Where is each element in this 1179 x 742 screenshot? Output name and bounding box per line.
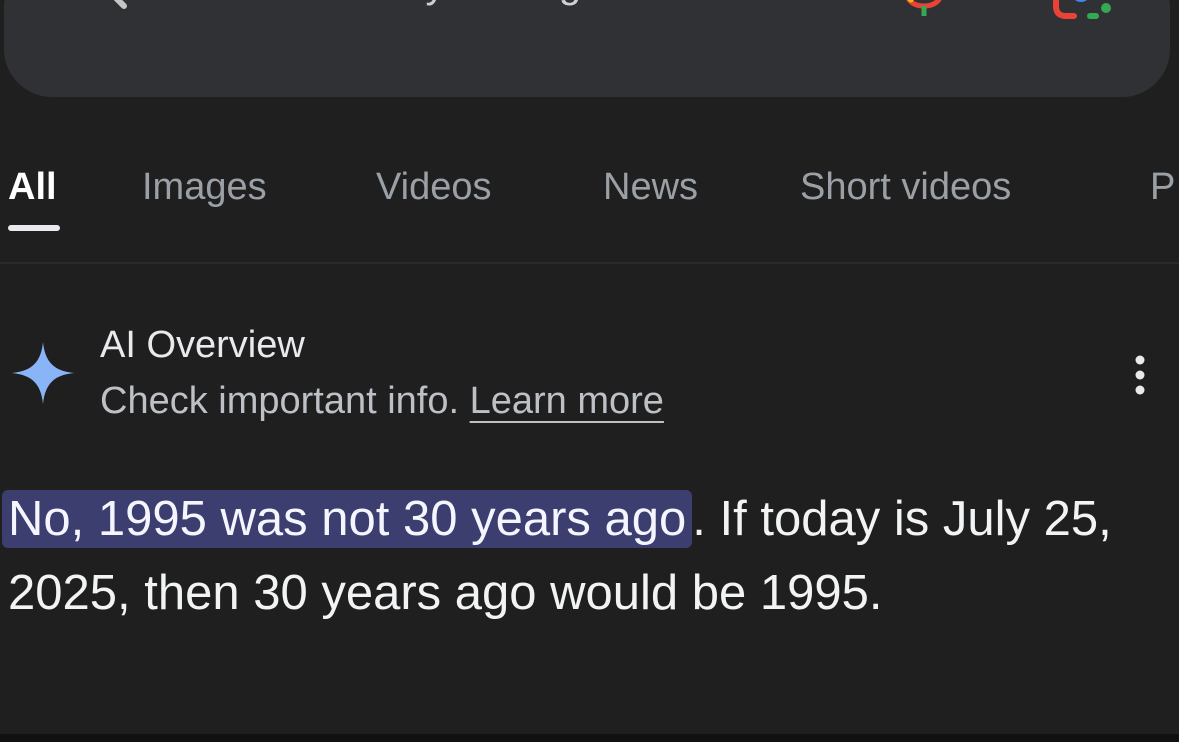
ai-overview-subtitle: Check important info. Learn more — [100, 378, 664, 424]
active-tab-indicator — [8, 225, 60, 231]
tab-images[interactable]: Images — [142, 163, 267, 211]
ai-overview-answer: No, 1995 was not 30 years ago. If today … — [2, 482, 1168, 630]
ai-overview-notice: Check important info. — [100, 380, 470, 422]
search-bar[interactable]: was 1995 30 years ago — [4, 0, 1170, 97]
tab-all[interactable]: All — [8, 163, 57, 211]
tab-videos[interactable]: Videos — [376, 163, 492, 211]
screen-bottom-edge — [0, 734, 1179, 742]
tab-news[interactable]: News — [603, 163, 698, 211]
highlighted-answer: No, 1995 was not 30 years ago — [2, 490, 693, 548]
learn-more-link[interactable]: Learn more — [470, 380, 664, 422]
sparkle-icon — [10, 340, 76, 406]
search-icon[interactable] — [76, 0, 132, 12]
tab-short-videos[interactable]: Short videos — [800, 163, 1011, 211]
ai-overview-title: AI Overview — [100, 324, 305, 366]
divider — [0, 262, 1179, 264]
search-query-text[interactable]: was 1995 30 years ago — [184, 0, 604, 10]
microphone-icon[interactable] — [897, 0, 951, 18]
tab-partial[interactable]: P — [1150, 163, 1175, 211]
search-results-screen: was 1995 30 years ago All Images Videos — [0, 0, 1179, 742]
google-lens-icon[interactable] — [1050, 0, 1114, 20]
more-vert-icon[interactable] — [1128, 352, 1152, 398]
search-tabs: All Images Videos News Short videos P — [0, 155, 1179, 245]
